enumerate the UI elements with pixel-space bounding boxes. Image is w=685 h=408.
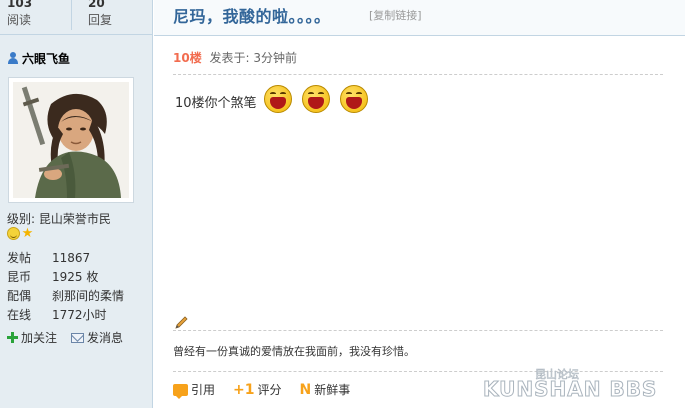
rate-label: 评分 — [257, 383, 282, 397]
replies-label: 回复 — [88, 13, 113, 27]
post-divider — [173, 74, 663, 75]
author-name[interactable]: 六眼飞鱼 — [22, 50, 70, 67]
avatar-image — [13, 82, 129, 198]
info-value: 11867 — [52, 250, 91, 265]
watermark-small: 昆山论坛 — [535, 368, 580, 382]
post-time: 发表于: 3分钟前 — [209, 51, 298, 65]
author-actions: 加关注 发消息 — [7, 329, 123, 346]
send-message-button[interactable]: 发消息 — [71, 329, 123, 346]
level-icons: ★ — [7, 227, 34, 240]
post-content: 10楼你个煞笔 — [175, 85, 370, 115]
replies-count: 20 — [88, 0, 105, 10]
plus-icon — [7, 332, 18, 343]
kunshan-bbs-watermark: KUNSHAN BBS 昆山论坛 — [482, 366, 683, 406]
quote-icon — [173, 383, 188, 399]
post-meta: 10楼 发表于: 3分钟前 — [173, 49, 297, 66]
author-line: 六眼飞鱼 — [8, 50, 70, 66]
signature-divider — [173, 330, 663, 331]
fresh-news-button[interactable]: N 新鲜事 — [300, 381, 351, 398]
views-stat: 103 阅读 — [7, 0, 32, 28]
user-signature: 曾经有一份真诚的爱情放在我面前，我没有珍惜。 — [173, 345, 415, 358]
author-sidebar: 103 阅读 20 回复 六眼飞鱼 级别: 昆山荣誉市民 ★ 发帖 11867 … — [0, 0, 153, 408]
info-key: 配偶 — [7, 289, 32, 303]
laugh-icon — [263, 85, 294, 115]
thread-title-bar: 尼玛，我酸的啦。。。。 [复制链接] — [154, 0, 685, 36]
plus-one-icon: +1 — [233, 381, 255, 398]
floor-number[interactable]: 10楼 — [173, 51, 202, 65]
send-message-label: 发消息 — [87, 331, 124, 345]
info-row-spouse: 配偶 刹那间的柔情 — [7, 286, 124, 305]
avatar[interactable] — [13, 82, 129, 198]
post-text: 10楼你个煞笔 — [175, 96, 257, 111]
laugh-icon — [339, 85, 370, 115]
follow-button[interactable]: 加关注 — [7, 329, 57, 346]
thread-stats: 103 阅读 20 回复 — [0, 0, 153, 35]
info-row-coins: 昆币 1925 枚 — [7, 267, 124, 286]
fresh-news-label: 新鲜事 — [314, 383, 351, 397]
info-key: 在线 — [7, 308, 32, 322]
follow-label: 加关注 — [21, 331, 58, 345]
n-icon: N — [299, 381, 312, 398]
info-value: 1772小时 — [52, 308, 107, 322]
stats-divider — [71, 0, 72, 30]
user-online-icon — [8, 52, 18, 64]
views-label: 阅读 — [7, 13, 32, 27]
info-row-online: 在线 1772小时 — [7, 305, 124, 324]
pencil-icon — [175, 316, 188, 329]
views-count: 103 — [7, 0, 33, 10]
user-level: 级别: 昆山荣誉市民 — [7, 212, 111, 226]
level-star-icon: ★ — [21, 226, 34, 241]
quote-button[interactable]: 引用 — [173, 381, 216, 399]
info-key: 发帖 — [7, 251, 32, 265]
info-key: 昆币 — [7, 270, 32, 284]
info-row-posts: 发帖 11867 — [7, 248, 124, 267]
laugh-icon — [301, 85, 332, 115]
info-value[interactable]: 刹那间的柔情 — [52, 287, 124, 304]
copy-link-button[interactable]: [复制链接] — [369, 7, 422, 23]
info-value: 1925 枚 — [52, 270, 99, 284]
post-actions: 引用 +1 评分 N 新鲜事 — [173, 381, 351, 399]
replies-stat: 20 回复 — [88, 0, 112, 28]
mail-icon — [71, 332, 85, 343]
rate-button[interactable]: +1 评分 — [233, 381, 282, 398]
level-smiley-icon — [7, 227, 20, 240]
quote-label: 引用 — [191, 383, 216, 397]
thread-title: 尼玛，我酸的啦。。。。 — [173, 7, 331, 26]
author-info: 发帖 11867 昆币 1925 枚 配偶 刹那间的柔情 在线 1772小时 — [7, 248, 124, 324]
avatar-frame[interactable] — [8, 77, 134, 203]
